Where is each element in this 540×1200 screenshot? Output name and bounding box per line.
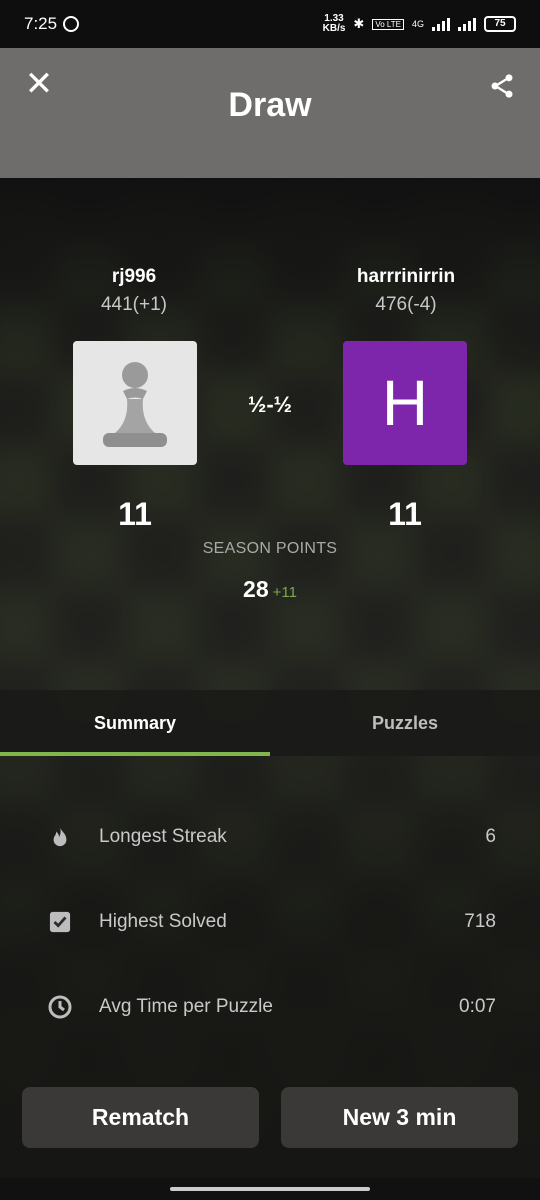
- volte-icon: Vo LTE: [372, 18, 404, 30]
- stat-value: 6: [485, 825, 496, 847]
- network-type: 4G: [411, 19, 424, 29]
- player-left-rating: 441(+1): [100, 294, 168, 315]
- pawn-icon: [103, 362, 167, 447]
- clock-text: 7:25: [24, 14, 58, 33]
- net-speed-unit: KB/s: [322, 23, 346, 34]
- game-result: ½-½: [247, 392, 293, 417]
- battery-icon: 75: [484, 16, 516, 32]
- share-icon[interactable]: [488, 72, 516, 100]
- signal-icon-2: [458, 17, 476, 31]
- stat-label: Avg Time per Puzzle: [99, 995, 273, 1017]
- player-right-avatar[interactable]: H: [343, 341, 467, 465]
- result-header: ✕ Draw: [0, 48, 540, 178]
- player-left-info: rj996 441(+1): [44, 266, 224, 316]
- tab-summary[interactable]: Summary: [0, 690, 270, 756]
- stat-row-highest-solved: Highest Solved 718: [0, 879, 540, 964]
- rematch-button[interactable]: Rematch: [22, 1087, 259, 1148]
- player-right-score: 11: [388, 496, 422, 532]
- season-points: 28 +11: [0, 576, 540, 603]
- season-points-label: SEASON POINTS: [202, 540, 338, 557]
- stat-row-longest-streak: Longest Streak 6: [0, 794, 540, 879]
- clock-icon: [48, 995, 72, 1019]
- new-game-button[interactable]: New 3 min: [281, 1087, 518, 1148]
- system-nav-bar: [0, 1178, 540, 1200]
- status-time: 7:25: [24, 14, 80, 34]
- tab-puzzles[interactable]: Puzzles: [270, 690, 540, 756]
- summary-stats: Longest Streak 6 Highest Solved 718 Avg …: [0, 756, 540, 1049]
- status-bar: 7:25 1.33 KB/s ✱ Vo LTE 4G 75: [0, 0, 540, 48]
- tab-bar: Summary Puzzles: [0, 690, 540, 756]
- flame-icon: [48, 825, 72, 849]
- season-points-delta: +11: [272, 584, 297, 601]
- whatsapp-icon: [63, 16, 80, 32]
- player-right-name[interactable]: harrrinirrin: [316, 266, 496, 288]
- home-gesture-bar[interactable]: [170, 1187, 370, 1191]
- stat-label: Longest Streak: [99, 825, 227, 847]
- signal-icon: [432, 17, 450, 31]
- stat-value: 718: [464, 910, 496, 932]
- stat-row-avg-time: Avg Time per Puzzle 0:07: [0, 964, 540, 1049]
- player-left-avatar[interactable]: [73, 341, 197, 465]
- page-title: Draw: [228, 86, 312, 124]
- player-right-rating: 476(-4): [375, 294, 437, 315]
- checkbox-icon: [48, 910, 72, 934]
- player-left-score: 11: [118, 496, 152, 532]
- season-points-value: 28: [243, 576, 269, 602]
- stat-label: Highest Solved: [99, 910, 227, 932]
- status-icons: 1.33 KB/s ✱ Vo LTE 4G 75: [323, 14, 516, 34]
- bluetooth-icon: ✱: [353, 16, 365, 31]
- net-speed: 1.33 KB/s: [323, 14, 346, 34]
- player-left-name[interactable]: rj996: [44, 266, 224, 288]
- player-right-info: harrrinirrin 476(-4): [316, 266, 496, 316]
- stat-value: 0:07: [459, 995, 496, 1017]
